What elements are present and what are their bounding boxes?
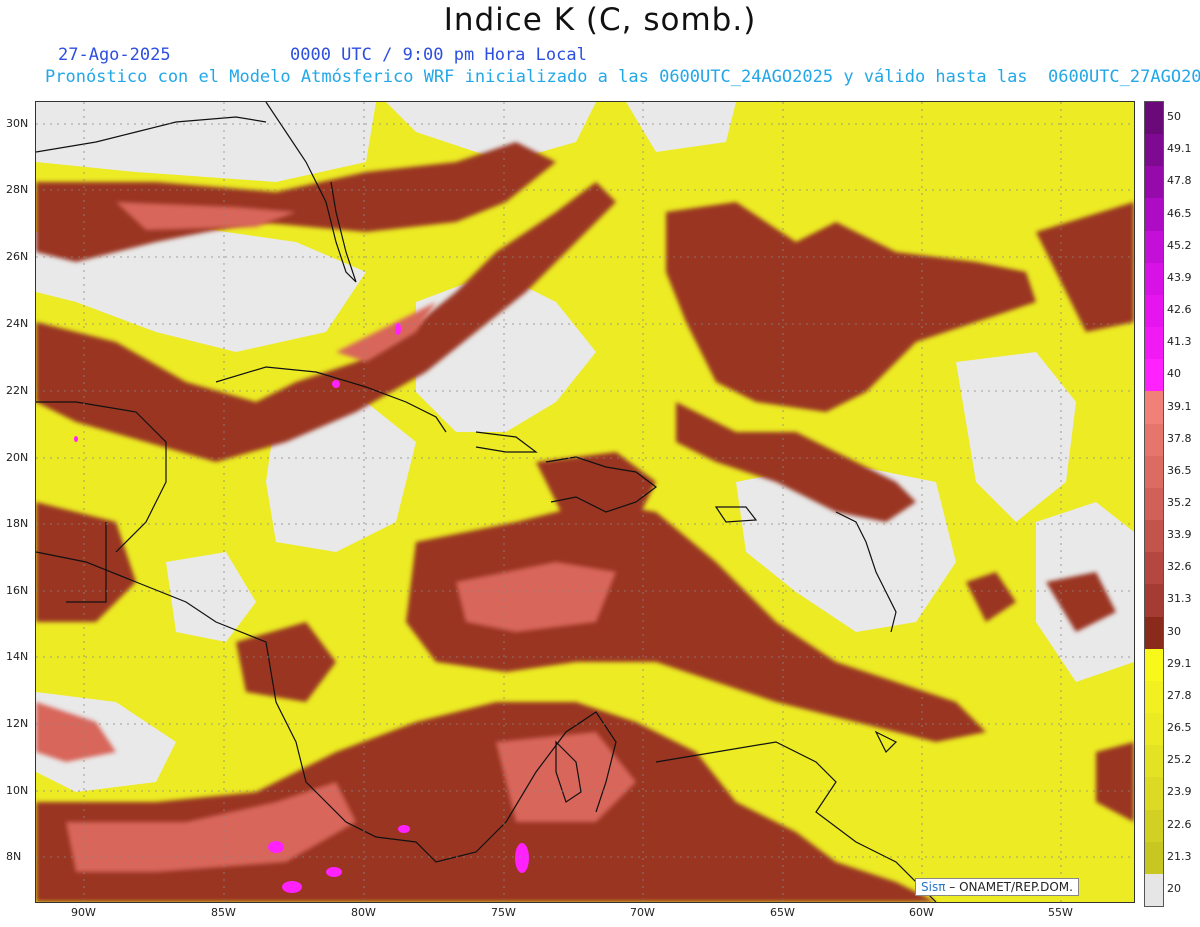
colorbar-segment <box>1145 745 1163 778</box>
lat-label: 26N <box>6 250 29 263</box>
lon-label: 70W <box>630 906 655 919</box>
lat-label: 10N <box>6 784 29 797</box>
lat-label: 20N <box>6 451 29 464</box>
colorbar-segment <box>1145 680 1163 714</box>
lon-label: 75W <box>491 906 516 919</box>
colorbar-segment <box>1145 455 1163 489</box>
colorbar-segment <box>1145 102 1163 135</box>
colorbar-label: 36.5 <box>1167 463 1192 477</box>
colorbar-label: 31.3 <box>1167 592 1192 606</box>
lat-label: 14N <box>6 650 29 663</box>
lat-label: 28N <box>6 183 29 196</box>
lon-label: 60W <box>909 906 934 919</box>
colorbar-segment <box>1145 391 1163 425</box>
colorbar-segment <box>1145 552 1163 585</box>
lat-label: 16N <box>6 584 29 597</box>
lon-label: 65W <box>770 906 795 919</box>
colorbar-label: 37.8 <box>1167 431 1192 445</box>
colorbar-segment <box>1145 294 1163 328</box>
colorbar-label: 33.9 <box>1167 528 1192 542</box>
colorbar-segment <box>1145 198 1163 232</box>
valid-date: 27-Ago-2025 <box>58 45 171 65</box>
colorbar-label: 45.2 <box>1167 238 1192 252</box>
forecast-description: Pronóstico con el Modelo Atmósferico WRF… <box>45 67 1200 87</box>
colorbar-segment <box>1145 423 1163 457</box>
colorbar-segment <box>1145 327 1163 360</box>
colorbar-label: 46.5 <box>1167 206 1192 220</box>
credit-brand: Sisπ <box>921 880 946 894</box>
colorbar-label: 47.8 <box>1167 174 1192 188</box>
lat-label: 8N <box>6 850 22 863</box>
colorbar-segment <box>1145 713 1163 746</box>
colorbar-label: 27.8 <box>1167 688 1192 702</box>
colorbar-segment <box>1145 359 1163 392</box>
colorbar-label: 49.1 <box>1167 142 1192 156</box>
lat-label: 24N <box>6 317 29 330</box>
colorbar-label: 42.6 <box>1167 303 1192 317</box>
credit-box: Sisπ – ONAMET/REP.DOM. <box>915 878 1079 896</box>
lon-label: 80W <box>351 906 376 919</box>
lon-label: 55W <box>1048 906 1073 919</box>
colorbar-label: 22.6 <box>1167 817 1192 831</box>
colorbar-label: 30 <box>1167 624 1181 638</box>
map-canvas <box>36 102 1134 902</box>
colorbar-label: 29.1 <box>1167 656 1192 670</box>
colorbar-label: 25.2 <box>1167 753 1192 767</box>
map-title: Indice K (C, somb.) <box>443 2 757 38</box>
lon-label: 90W <box>71 906 96 919</box>
colorbar-label: 41.3 <box>1167 335 1192 349</box>
colorbar-segment <box>1145 873 1163 907</box>
colorbar-segment <box>1145 230 1163 264</box>
lat-label: 30N <box>6 117 29 130</box>
valid-time: 0000 UTC / 9:00 pm Hora Local <box>290 45 587 65</box>
credit-text: – ONAMET/REP.DOM. <box>949 880 1073 894</box>
colorbar-label: 39.1 <box>1167 399 1192 413</box>
lat-label: 22N <box>6 384 29 397</box>
colorbar <box>1144 101 1164 907</box>
k-index-map <box>35 101 1135 903</box>
colorbar-label: 43.9 <box>1167 270 1192 284</box>
colorbar-label: 35.2 <box>1167 496 1192 509</box>
colorbar-segment <box>1145 809 1163 843</box>
lat-label: 12N <box>6 717 29 730</box>
colorbar-segment <box>1145 166 1163 199</box>
colorbar-segment <box>1145 520 1163 553</box>
colorbar-label: 23.9 <box>1167 785 1192 799</box>
colorbar-segment <box>1145 616 1163 650</box>
colorbar-segment <box>1145 262 1163 296</box>
colorbar-segment <box>1145 777 1163 811</box>
colorbar-segment <box>1145 584 1163 618</box>
colorbar-segment <box>1145 648 1163 682</box>
colorbar-segment <box>1145 841 1163 875</box>
colorbar-label: 50 <box>1167 110 1181 124</box>
lon-label: 85W <box>211 906 236 919</box>
lat-label: 18N <box>6 517 29 530</box>
colorbar-label: 26.5 <box>1167 721 1192 735</box>
colorbar-label: 32.6 <box>1167 560 1192 574</box>
colorbar-segment <box>1145 487 1163 521</box>
colorbar-segment <box>1145 134 1163 167</box>
colorbar-label: 20 <box>1167 881 1181 895</box>
colorbar-label: 21.3 <box>1167 849 1192 863</box>
colorbar-label: 40 <box>1167 367 1181 381</box>
